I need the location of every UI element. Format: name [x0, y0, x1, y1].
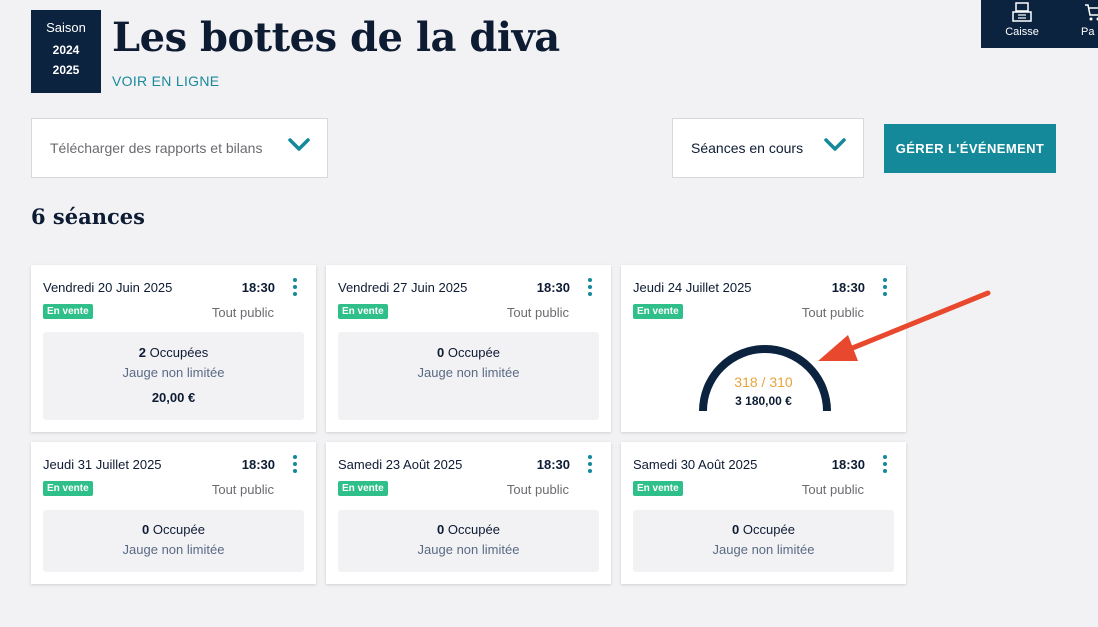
session-time: 18:30: [831, 280, 865, 295]
sessions-filter-dropdown[interactable]: Séances en cours: [672, 118, 864, 178]
session-stats: 0 Occupée Jauge non limitée: [338, 332, 599, 420]
session-card[interactable]: Samedi 23 Août 2025 18:30 En vente Tout …: [326, 442, 611, 584]
season-badge: Saison 2024 2025: [31, 10, 101, 93]
session-card[interactable]: Vendredi 20 Juin 2025 18:30 En vente Tou…: [31, 265, 316, 432]
session-date: Jeudi 31 Juillet 2025: [43, 457, 162, 472]
more-options-icon[interactable]: [587, 455, 593, 475]
status-badge: En vente: [43, 304, 93, 319]
occupied-count: 0: [437, 522, 445, 537]
session-date: Vendredi 20 Juin 2025: [43, 280, 173, 295]
session-time: 18:30: [536, 457, 570, 472]
view-online-link[interactable]: VOIR EN LIGNE: [112, 73, 219, 89]
season-year-start: 2024: [52, 43, 80, 57]
session-stats: 0 Occupée Jauge non limitée: [43, 510, 304, 572]
session-time: 18:30: [831, 457, 865, 472]
chevron-down-icon: [288, 138, 310, 151]
session-date: Vendredi 27 Juin 2025: [338, 280, 468, 295]
manage-event-button[interactable]: GÉRER L'ÉVÉNEMENT: [884, 124, 1056, 173]
capacity-label: Jauge non limitée: [712, 542, 815, 557]
sessions-count-title: 6 séances: [31, 204, 145, 229]
session-audience: Tout public: [801, 305, 864, 320]
session-time: 18:30: [536, 280, 570, 295]
status-badge: En vente: [633, 481, 683, 496]
session-card[interactable]: Jeudi 31 Juillet 2025 18:30 En vente Tou…: [31, 442, 316, 584]
session-card[interactable]: Samedi 30 Août 2025 18:30 En vente Tout …: [621, 442, 906, 584]
session-audience: Tout public: [506, 305, 569, 320]
session-audience: Tout public: [506, 482, 569, 497]
session-date: Samedi 23 Août 2025: [338, 457, 463, 472]
occupancy: 2 Occupées: [43, 345, 304, 360]
topbar-item-caisse[interactable]: Caisse: [1003, 0, 1041, 38]
session-audience: Tout public: [211, 305, 274, 320]
status-badge: En vente: [338, 304, 388, 319]
topbar-item-label: Caisse: [1005, 26, 1039, 38]
occupancy: 0 Occupée: [633, 522, 894, 537]
session-audience: Tout public: [801, 482, 864, 497]
season-year-end: 2025: [52, 63, 80, 77]
top-navbar: Caisse Pa: [981, 0, 1098, 48]
session-stats: 0 Occupée Jauge non limitée: [338, 510, 599, 572]
cart-icon: [1085, 4, 1098, 21]
occupied-label: Occupées: [149, 345, 209, 360]
page-title: Les bottes de la diva: [112, 14, 560, 61]
occupied-count: 0: [142, 522, 150, 537]
status-badge: En vente: [338, 481, 388, 496]
session-date: Jeudi 24 Juillet 2025: [633, 280, 752, 295]
occupied-label: Occupée: [447, 522, 500, 537]
occupancy: 0 Occupée: [338, 522, 599, 537]
topbar-item-label: Pa: [1081, 26, 1095, 38]
status-badge: En vente: [43, 481, 93, 496]
sessions-filter-label: Séances en cours: [691, 140, 804, 156]
topbar-item-cart[interactable]: Pa: [1081, 0, 1098, 38]
gauge-amount: 3 180,00 €: [735, 394, 792, 408]
chevron-down-icon: [824, 138, 846, 151]
more-options-icon[interactable]: [292, 455, 298, 475]
reports-dropdown[interactable]: Télécharger des rapports et bilans: [31, 118, 328, 178]
season-label: Saison: [46, 20, 86, 35]
session-time: 18:30: [241, 280, 275, 295]
session-stats: 0 Occupée Jauge non limitée: [633, 510, 894, 572]
occupied-label: Occupée: [742, 522, 795, 537]
occupancy: 0 Occupée: [338, 345, 599, 360]
more-options-icon[interactable]: [292, 278, 298, 298]
session-card[interactable]: Vendredi 27 Juin 2025 18:30 En vente Tou…: [326, 265, 611, 432]
occupied-count: 0: [437, 345, 445, 360]
more-options-icon[interactable]: [882, 455, 888, 475]
status-badge: En vente: [633, 304, 683, 319]
session-stats: 2 Occupées Jauge non limitée 20,00 €: [43, 332, 304, 420]
cash-register-icon: [1012, 2, 1032, 22]
capacity-label: Jauge non limitée: [417, 542, 520, 557]
occupancy: 0 Occupée: [43, 522, 304, 537]
reports-dropdown-label: Télécharger des rapports et bilans: [50, 140, 263, 156]
capacity-label: Jauge non limitée: [417, 365, 520, 380]
more-options-icon[interactable]: [587, 278, 593, 298]
session-audience: Tout public: [211, 482, 274, 497]
session-time: 18:30: [241, 457, 275, 472]
occupied-count: 0: [732, 522, 740, 537]
capacity-label: Jauge non limitée: [122, 365, 225, 380]
gauge-sold-total: 318 / 310: [734, 374, 793, 390]
occupied-count: 2: [138, 345, 147, 360]
session-price: 20,00 €: [151, 390, 196, 405]
occupied-label: Occupée: [152, 522, 205, 537]
more-options-icon[interactable]: [882, 278, 888, 298]
session-date: Samedi 30 Août 2025: [633, 457, 758, 472]
session-card[interactable]: Jeudi 24 Juillet 2025 18:30 En vente Tou…: [621, 265, 906, 432]
occupied-label: Occupée: [447, 345, 500, 360]
capacity-label: Jauge non limitée: [122, 542, 225, 557]
